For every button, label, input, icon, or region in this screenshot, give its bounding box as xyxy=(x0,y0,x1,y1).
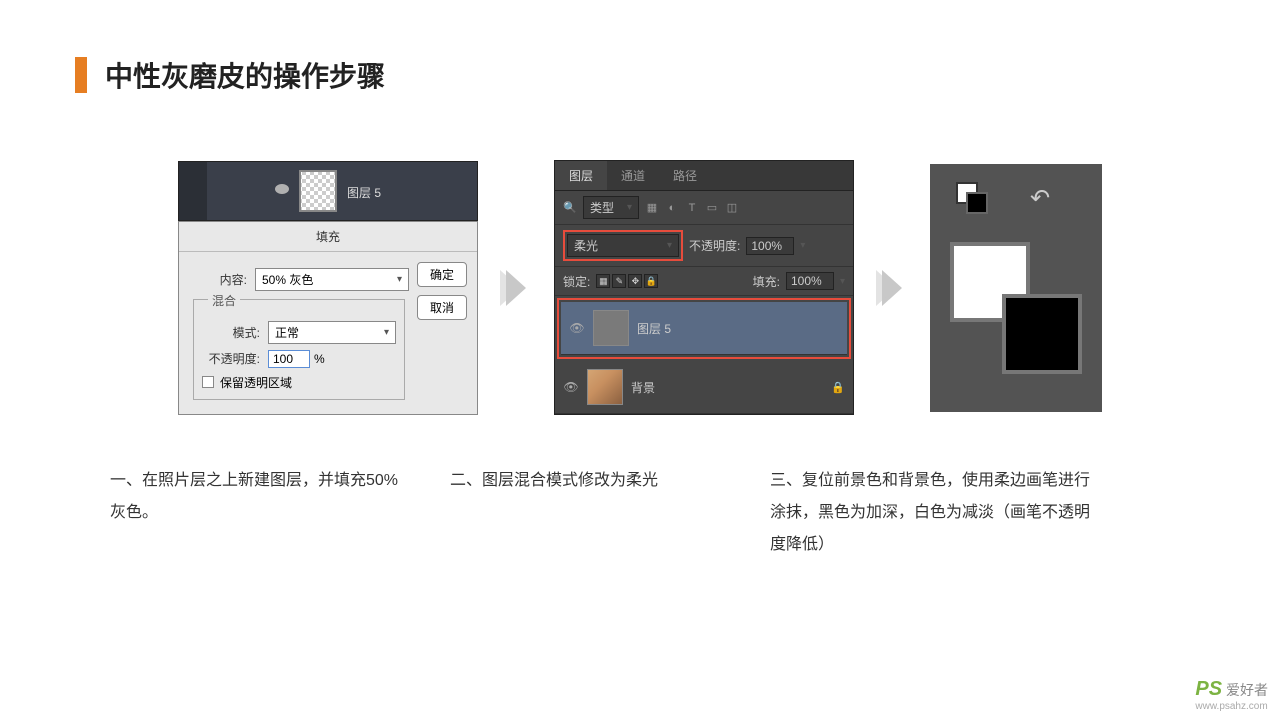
cancel-button[interactable]: 取消 xyxy=(417,295,467,320)
chevron-down-icon: ▾ xyxy=(667,240,672,251)
lock-label: 锁定: xyxy=(563,273,590,290)
preserve-checkbox[interactable]: 保留透明区域 xyxy=(202,374,396,391)
chevron-down-icon: ▾ xyxy=(384,327,389,338)
content-label: 内容: xyxy=(189,271,255,288)
swatch-panel: ↶ xyxy=(930,164,1102,412)
mode-label: 模式: xyxy=(202,324,268,341)
chevron-right-icon xyxy=(506,270,526,306)
opacity-input[interactable]: 100 xyxy=(268,350,310,368)
blend-group-label: 混合 xyxy=(208,292,240,309)
preserve-label: 保留透明区域 xyxy=(220,374,292,391)
chevron-down-icon[interactable]: ▾ xyxy=(800,240,805,251)
lock-transparent-icon[interactable]: ▦ xyxy=(596,274,610,288)
layer-name: 图层 5 xyxy=(637,320,671,337)
fill-dialog-panel: 图层 5 填充 内容: 50% 灰色 ▾ 混合 xyxy=(178,161,478,415)
page-title: 中性灰磨皮的操作步骤 xyxy=(105,55,385,95)
tab-paths[interactable]: 路径 xyxy=(659,161,711,190)
lock-icon: 🔒 xyxy=(831,381,845,394)
lock-move-icon[interactable]: ✥ xyxy=(628,274,642,288)
chevron-down-icon[interactable]: ▾ xyxy=(840,276,845,287)
chevron-right-icon xyxy=(882,270,902,306)
filter-smart-icon[interactable]: ◫ xyxy=(725,201,739,215)
caption-1: 一、在照片层之上新建图层，并填充50%灰色。 xyxy=(110,465,400,561)
accent-bar xyxy=(75,57,87,93)
watermark-url: www.psahz.com xyxy=(1195,701,1268,712)
filter-type-icon[interactable]: T xyxy=(685,201,699,215)
layer-name: 图层 5 xyxy=(347,184,381,201)
layer5-highlight: 👁 图层 5 xyxy=(557,298,851,359)
layer-thumbnail[interactable] xyxy=(299,170,337,212)
content-dropdown[interactable]: 50% 灰色 ▾ xyxy=(255,268,409,291)
lock-brush-icon[interactable]: ✎ xyxy=(612,274,626,288)
fill-label: 填充: xyxy=(753,273,780,290)
fill-value[interactable]: 100% xyxy=(786,272,834,290)
tab-channels[interactable]: 通道 xyxy=(607,161,659,190)
mode-dropdown[interactable]: 正常 ▾ xyxy=(268,321,396,344)
mode-value: 正常 xyxy=(275,324,299,341)
blend-mode-dropdown[interactable]: 柔光▾ xyxy=(567,234,679,257)
filter-shape-icon[interactable]: ▭ xyxy=(705,201,719,215)
opacity-value[interactable]: 100% xyxy=(746,237,794,255)
filter-adjust-icon[interactable]: ◐ xyxy=(665,201,679,215)
layer-row-background[interactable]: 👁 背景 🔒 xyxy=(555,361,853,414)
caption-2: 二、图层混合模式修改为柔光 xyxy=(450,465,720,561)
fill-dialog: 填充 内容: 50% 灰色 ▾ 混合 模式: xyxy=(178,221,478,415)
eye-icon[interactable]: 👁 xyxy=(563,380,579,394)
background-swatch[interactable] xyxy=(1002,294,1082,374)
content-value: 50% 灰色 xyxy=(262,271,313,288)
chevron-down-icon: ▾ xyxy=(627,202,632,213)
layer-row-5[interactable]: 👁 图层 5 xyxy=(561,302,847,355)
layers-panel: 图层 通道 路径 🔍 类型▾ ▦ ◐ T ▭ ◫ 柔光▾ 不透明度: 100% … xyxy=(554,160,854,415)
search-icon[interactable]: 🔍 xyxy=(563,201,577,215)
chevron-down-icon: ▾ xyxy=(397,274,402,285)
layer-strip: 图层 5 xyxy=(178,161,478,221)
dialog-title: 填充 xyxy=(179,222,477,252)
caption-3: 三、复位前景色和背景色，使用柔边画笔进行涂抹，黑色为加深，白色为减淡（画笔不透明… xyxy=(770,465,1090,561)
swap-colors-small[interactable] xyxy=(956,182,986,212)
opacity-unit: % xyxy=(314,352,325,366)
watermark-text: 爱好者 xyxy=(1226,682,1268,698)
tab-layers[interactable]: 图层 xyxy=(555,161,607,190)
filter-pixel-icon[interactable]: ▦ xyxy=(645,201,659,215)
layer-name: 背景 xyxy=(631,379,655,396)
lock-all-icon[interactable]: 🔒 xyxy=(644,274,658,288)
panel-tabs: 图层 通道 路径 xyxy=(555,161,853,191)
eye-icon[interactable]: 👁 xyxy=(569,321,585,335)
layer-thumbnail[interactable] xyxy=(587,369,623,405)
kind-dropdown[interactable]: 类型▾ xyxy=(583,196,639,219)
ok-button[interactable]: 确定 xyxy=(417,262,467,287)
blend-mode-highlight: 柔光▾ xyxy=(563,230,683,261)
swap-arrow-icon[interactable]: ↶ xyxy=(1030,184,1060,214)
checkbox-icon xyxy=(202,376,214,388)
opacity-label: 不透明度: xyxy=(202,350,268,367)
layer-thumbnail[interactable] xyxy=(593,310,629,346)
watermark-brand: PS xyxy=(1195,678,1222,700)
watermark: PS 爱好者 www.psahz.com xyxy=(1195,678,1268,712)
lock-icons: ▦ ✎ ✥ 🔒 xyxy=(596,274,658,288)
eye-icon[interactable] xyxy=(275,184,289,194)
opacity-label: 不透明度: xyxy=(689,237,740,254)
